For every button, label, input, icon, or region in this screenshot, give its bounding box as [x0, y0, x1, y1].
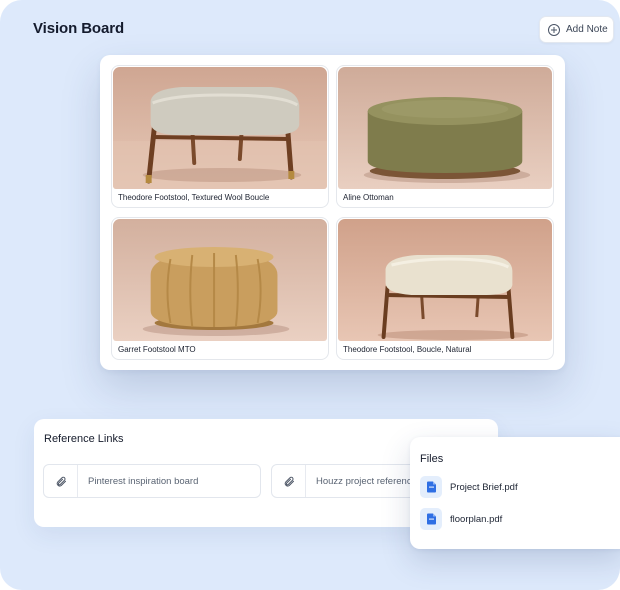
reference-link-label: Houzz project reference — [316, 475, 417, 487]
paperclip-icon — [272, 465, 306, 497]
reference-link-label: Pinterest inspiration board — [88, 475, 199, 487]
image-board: Theodore Footstool, Textured Wool Boucle — [100, 55, 565, 370]
reference-links-title: Reference Links — [44, 433, 124, 445]
plus-circle-icon — [548, 23, 560, 36]
document-icon — [420, 476, 442, 498]
add-note-button[interactable]: Add Note — [539, 16, 614, 43]
board-item-theodore-natural[interactable]: Theodore Footstool, Boucle, Natural — [336, 217, 554, 360]
product-image — [338, 67, 552, 189]
board-item-aline-ottoman[interactable]: Aline Ottoman — [336, 65, 554, 208]
document-icon — [420, 508, 442, 530]
file-name: floorplan.pdf — [450, 513, 503, 525]
files-panel: Files Project Brief.pdf floorplan.pdf — [410, 437, 620, 549]
paperclip-icon — [44, 465, 78, 497]
add-note-label: Add Note — [566, 24, 608, 35]
product-image — [338, 219, 552, 341]
vision-board-canvas: Vision Board Add Note Theodore Footstool… — [0, 0, 620, 590]
file-item-project-brief[interactable]: Project Brief.pdf — [420, 476, 518, 498]
page-title: Vision Board — [33, 20, 125, 37]
board-item-theodore-wool[interactable]: Theodore Footstool, Textured Wool Boucle — [111, 65, 329, 208]
file-item-floorplan[interactable]: floorplan.pdf — [420, 508, 502, 530]
board-item-garret-footstool[interactable]: Garret Footstool MTO — [111, 217, 329, 360]
product-image — [113, 219, 327, 341]
item-caption: Garret Footstool MTO — [118, 345, 196, 354]
file-name: Project Brief.pdf — [450, 481, 518, 493]
reference-link-pinterest[interactable]: Pinterest inspiration board — [43, 464, 261, 498]
item-caption: Theodore Footstool, Boucle, Natural — [343, 345, 472, 354]
product-image — [113, 67, 327, 189]
files-title: Files — [420, 453, 444, 465]
item-caption: Theodore Footstool, Textured Wool Boucle — [118, 193, 270, 202]
item-caption: Aline Ottoman — [343, 193, 394, 202]
